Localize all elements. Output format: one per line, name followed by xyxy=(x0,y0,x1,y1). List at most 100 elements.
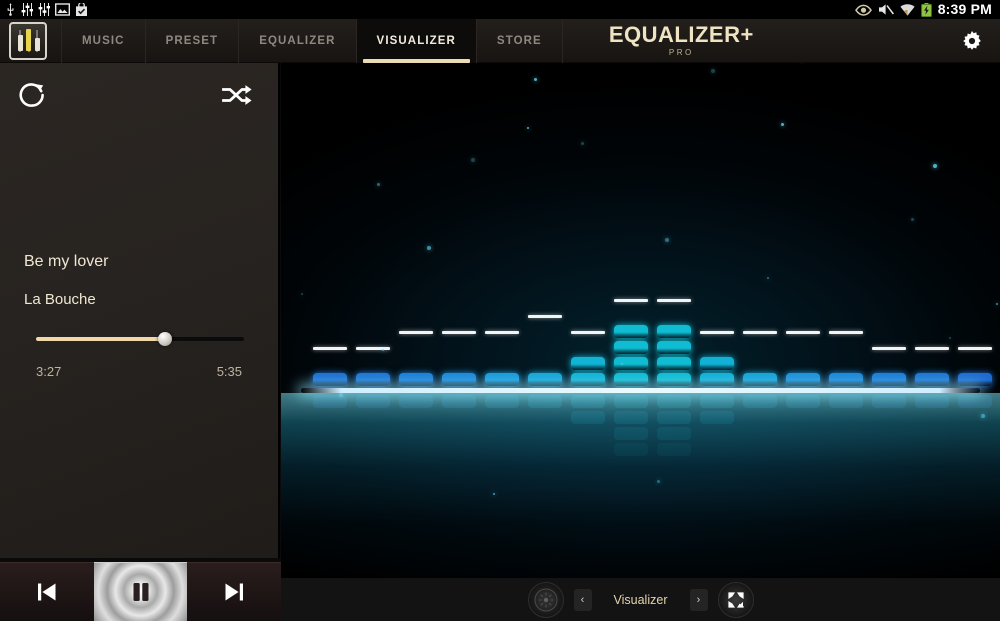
spectrum-peak-cap xyxy=(356,347,390,350)
spectrum-segment xyxy=(485,373,519,386)
ambient-particle xyxy=(382,349,384,351)
previous-preset-button[interactable]: ‹ xyxy=(573,588,592,611)
visualizer-stage[interactable] xyxy=(281,63,1000,578)
spectrum-segment xyxy=(786,373,820,386)
dial-knob-button[interactable] xyxy=(527,581,564,618)
spectrum-segment xyxy=(872,373,906,386)
spectrum-segment xyxy=(614,325,648,338)
tab-music[interactable]: MUSIC xyxy=(61,18,146,63)
spectrum-segment xyxy=(700,357,734,370)
spectrum-segment xyxy=(399,373,433,386)
next-preset-button[interactable]: › xyxy=(689,588,708,611)
spectrum-segment xyxy=(743,373,777,386)
spectrum-peak-cap xyxy=(442,331,476,334)
brand-edition: PRO xyxy=(668,48,694,57)
ambient-particle xyxy=(665,238,669,242)
spectrum-peak-cap xyxy=(399,331,433,334)
visualizer-preset-name: Visualizer xyxy=(613,592,668,607)
android-status-bar: 8:39 PM xyxy=(0,0,1000,19)
reflection-pool xyxy=(281,393,1000,578)
tab-label: EQUALIZER xyxy=(259,34,336,47)
seek-fill xyxy=(36,337,165,341)
status-right-icons: 8:39 PM xyxy=(854,0,1000,19)
ambient-particle xyxy=(767,277,769,279)
player-panel: Be my lover La Bouche 3:27 5:35 xyxy=(0,63,280,558)
eye-icon xyxy=(854,4,872,16)
equalizer-pro-app: 8:39 PM MUSIC PRESET EQUALIZER VISUALIZE… xyxy=(0,0,1000,621)
play-pause-button[interactable] xyxy=(94,562,187,621)
equalizer-app-icon[interactable] xyxy=(9,21,47,60)
visualizer-toolbar: ‹ Visualizer › xyxy=(281,578,1000,621)
time-row: 3:27 5:35 xyxy=(36,364,242,379)
dial-knob-icon xyxy=(534,588,557,611)
track-info: Be my lover La Bouche 3:27 5:35 xyxy=(24,253,254,379)
repeat-button[interactable] xyxy=(16,79,48,111)
settings-button[interactable] xyxy=(962,30,982,51)
track-title: Be my lover xyxy=(24,253,109,270)
tab-visualizer[interactable]: VISUALIZER xyxy=(356,18,477,63)
spectrum-peak-cap xyxy=(528,315,562,318)
skip-next-icon xyxy=(225,583,243,601)
wifi-icon xyxy=(900,4,915,16)
previous-button[interactable] xyxy=(0,562,94,621)
ambient-particle xyxy=(996,303,998,305)
app-header: MUSIC PRESET EQUALIZER VISUALIZER STORE … xyxy=(0,18,1000,63)
spectrum-peak-cap xyxy=(829,331,863,334)
brand-logo: EQUALIZER+ PRO xyxy=(609,24,754,57)
bag-check-icon xyxy=(76,3,87,16)
main-tabs: MUSIC PRESET EQUALIZER VISUALIZER STORE xyxy=(61,18,563,63)
ambient-particle xyxy=(534,78,537,81)
tab-label: PRESET xyxy=(165,34,219,47)
ambient-particle xyxy=(711,69,715,73)
spectrum-segment xyxy=(829,373,863,386)
tab-label: MUSIC xyxy=(82,34,125,47)
status-left-icons xyxy=(0,3,88,16)
spectrum-segment xyxy=(571,373,605,386)
spectrum-segment xyxy=(958,373,992,386)
tab-store[interactable]: STORE xyxy=(477,18,563,63)
ambient-particle xyxy=(377,183,380,186)
spectrum-segment xyxy=(657,341,691,354)
fullscreen-icon xyxy=(727,591,744,608)
skip-previous-icon xyxy=(38,583,56,601)
ambient-particle xyxy=(621,363,623,365)
fullscreen-button[interactable] xyxy=(717,581,754,618)
ambient-particle xyxy=(527,127,529,129)
spectrum-segment xyxy=(442,373,476,386)
spectrum-peak-cap xyxy=(313,347,347,350)
tab-equalizer[interactable]: EQUALIZER xyxy=(239,18,357,63)
spectrum-segment xyxy=(528,373,562,386)
ambient-particle xyxy=(301,293,303,295)
seek-thumb[interactable] xyxy=(157,332,172,346)
usb-icon xyxy=(7,3,14,16)
spectrum-peak-cap xyxy=(872,347,906,350)
repeat-icon xyxy=(19,83,44,107)
ambient-particle xyxy=(949,337,951,339)
mute-icon xyxy=(878,4,894,15)
ambient-particle xyxy=(933,164,937,168)
transport-controls xyxy=(0,562,281,621)
tab-preset[interactable]: PRESET xyxy=(146,18,240,63)
spectrum-segment xyxy=(700,373,734,386)
gear-icon xyxy=(963,30,981,50)
spectrum-peak-cap xyxy=(786,331,820,334)
spectrum-segment xyxy=(614,373,648,386)
ambient-particle xyxy=(427,246,431,250)
seek-bar[interactable] xyxy=(36,332,244,346)
spectrum-peak-cap xyxy=(958,347,992,350)
track-artist: La Bouche xyxy=(24,291,96,308)
equalizer-icon xyxy=(38,3,50,16)
spectrum-peak-cap xyxy=(700,331,734,334)
pause-icon xyxy=(133,583,148,601)
ambient-particle xyxy=(911,218,914,221)
spectrum-segment xyxy=(571,357,605,370)
player-top-controls xyxy=(0,63,278,111)
equalizer-icon xyxy=(21,3,33,16)
status-clock: 8:39 PM xyxy=(937,1,992,17)
spectrum-peak-cap xyxy=(571,331,605,334)
spectrum-peak-cap xyxy=(657,299,691,302)
shuffle-button[interactable] xyxy=(222,84,252,106)
spectrum-peak-cap xyxy=(614,299,648,302)
next-button[interactable] xyxy=(187,562,281,621)
screenshot-icon xyxy=(55,3,70,16)
